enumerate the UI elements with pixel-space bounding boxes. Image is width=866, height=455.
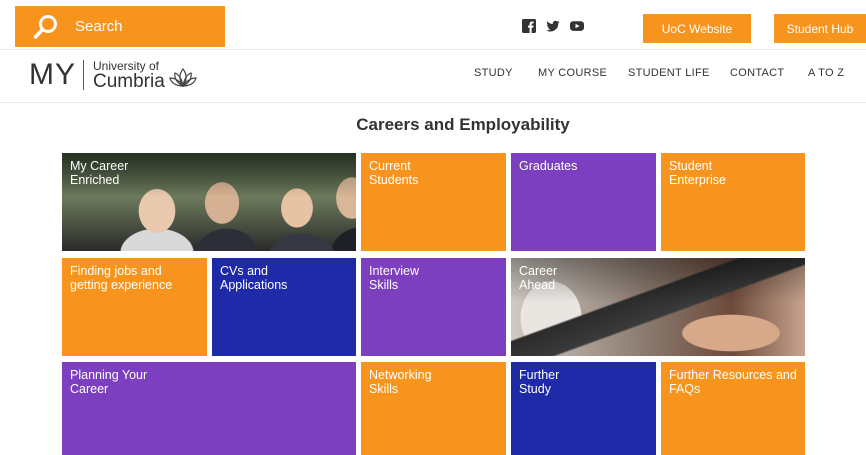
tile-further-resources[interactable]: Further Resources and FAQs: [661, 362, 805, 455]
tile-interview-skills[interactable]: Interview Skills: [361, 258, 506, 356]
tile-graduates[interactable]: Graduates: [511, 153, 656, 251]
header-divider: [0, 49, 866, 50]
tile-career-ahead[interactable]: Career Ahead: [511, 258, 805, 356]
nav-my-course[interactable]: MY COURSE: [538, 67, 607, 79]
social-links: [522, 19, 584, 33]
uoc-website-button[interactable]: UoC Website: [643, 14, 751, 43]
tile-current-students[interactable]: Current Students: [361, 153, 506, 251]
tile-label: Interview Skills: [369, 264, 420, 293]
tile-networking-skills[interactable]: Networking Skills: [361, 362, 506, 455]
tile-planning-your-career[interactable]: Planning Your Career: [62, 362, 356, 455]
tile-label: CVs and Applications: [220, 264, 288, 293]
tile-student-enterprise[interactable]: Student Enterprise: [661, 153, 805, 251]
student-hub-button[interactable]: Student Hub: [774, 14, 866, 43]
tile-label: Networking Skills: [369, 368, 432, 397]
main-nav: STUDY MY COURSE STUDENT LIFE CONTACT A T…: [0, 67, 866, 83]
tile-label: Further Study: [519, 368, 560, 397]
tile-label: Finding jobs and getting experience: [70, 264, 173, 293]
page-title: Careers and Employability: [356, 115, 570, 134]
tile-cvs-applications[interactable]: CVs and Applications: [212, 258, 356, 356]
search-icon: [33, 14, 57, 39]
nav-contact[interactable]: CONTACT: [730, 67, 784, 79]
search-label: Search: [75, 18, 123, 35]
twitter-icon[interactable]: [546, 19, 560, 33]
nav-study[interactable]: STUDY: [474, 67, 513, 79]
tile-finding-jobs[interactable]: Finding jobs and getting experience: [62, 258, 207, 356]
tile-label: Planning Your Career: [70, 368, 148, 397]
nav-a-to-z[interactable]: A TO Z: [808, 67, 844, 79]
nav-student-life[interactable]: STUDENT LIFE: [628, 67, 710, 79]
tile-label: Further Resources and FAQs: [669, 368, 797, 397]
search-box[interactable]: Search: [15, 6, 225, 47]
youtube-icon[interactable]: [570, 19, 584, 33]
nav-divider: [0, 102, 866, 103]
facebook-icon[interactable]: [522, 19, 536, 33]
tile-further-study[interactable]: Further Study: [511, 362, 656, 455]
tile-label: Career Ahead: [519, 264, 558, 293]
tile-label: Current Students: [369, 159, 419, 188]
tile-label: Graduates: [519, 159, 578, 173]
tile-label: Student Enterprise: [669, 159, 726, 188]
tile-my-career-enriched[interactable]: My Career Enriched: [62, 153, 356, 251]
